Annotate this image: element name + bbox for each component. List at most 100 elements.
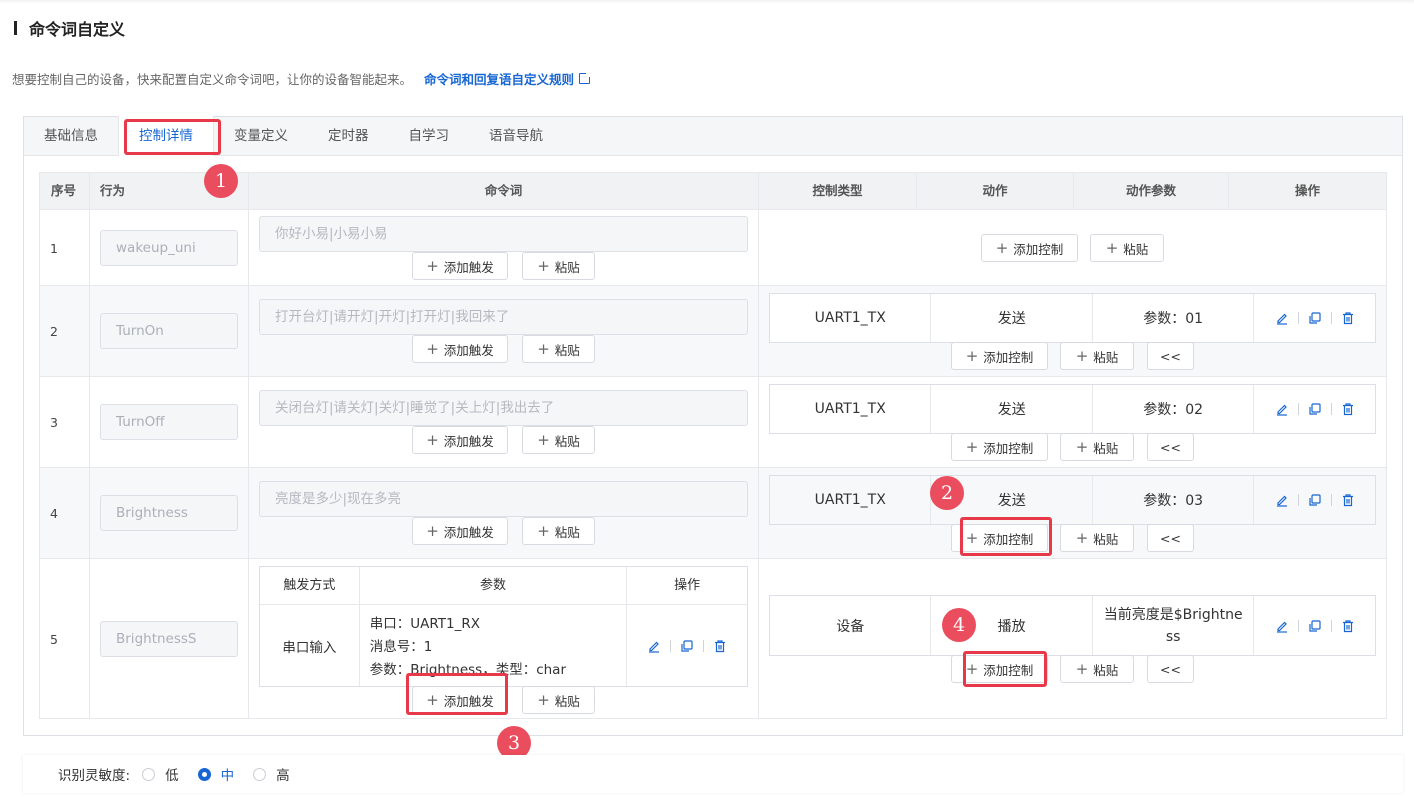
collapse-button[interactable]: << xyxy=(1147,524,1194,552)
divider xyxy=(703,639,705,652)
add-trigger-button[interactable]: + 添加触发 xyxy=(412,252,508,280)
paste-button[interactable]: + 粘贴 xyxy=(522,426,595,454)
step-badge: 2 xyxy=(930,476,964,510)
divider xyxy=(1330,403,1332,415)
paste-control-button[interactable]: + 粘贴 xyxy=(1090,234,1164,262)
paste-label: 粘贴 xyxy=(554,433,580,449)
paste-control-button[interactable]: + 粘贴 xyxy=(1060,524,1134,552)
add-trigger-label: 添加触发 xyxy=(443,342,494,358)
command-field[interactable]: 亮度是多少|现在多亮 xyxy=(259,481,748,517)
sensitivity-high[interactable]: 高 xyxy=(253,764,290,784)
delete-icon[interactable] xyxy=(1341,402,1355,416)
radio-icon[interactable] xyxy=(253,767,267,781)
edit-icon[interactable] xyxy=(1275,311,1289,325)
paste-control-button[interactable]: + 粘贴 xyxy=(1060,342,1134,370)
plus-icon: + xyxy=(537,521,550,540)
delete-icon[interactable] xyxy=(1341,493,1355,507)
header-action: 动作 xyxy=(917,173,1074,209)
rules-link[interactable]: 命令词和回复语自定义规则 xyxy=(424,69,593,88)
paste-button[interactable]: + 粘贴 xyxy=(522,252,595,280)
row-index: 1 xyxy=(50,241,58,256)
control-action: 发送 xyxy=(931,385,1093,433)
table-row: 2 TurnOn 打开台灯|请开灯|开灯|打开灯|我回来了 + 添加触发 + 粘贴 … xyxy=(40,285,1386,376)
paste-label: 粘贴 xyxy=(1093,349,1119,365)
divider xyxy=(758,286,759,376)
add-control-button[interactable]: + 添加控制 xyxy=(951,342,1048,370)
divider xyxy=(248,210,249,285)
command-field[interactable]: 关闭台灯|请关灯|关灯|睡觉了|关上灯|我出去了 xyxy=(259,390,748,426)
copy-icon[interactable] xyxy=(1308,619,1322,633)
control-param: 参数：03 xyxy=(1093,476,1255,524)
paste-label: 粘贴 xyxy=(1093,531,1119,547)
copy-icon[interactable] xyxy=(680,639,694,653)
copy-icon[interactable] xyxy=(1308,311,1322,325)
divider xyxy=(1330,494,1332,506)
header-ops: 操作 xyxy=(1294,183,1320,198)
add-trigger-label: 添加触发 xyxy=(443,259,494,275)
paste-control-button[interactable]: + 粘贴 xyxy=(1060,655,1134,683)
control-entry: UART1_TX 发送 参数：01 xyxy=(769,293,1376,343)
external-link-icon[interactable] xyxy=(579,71,593,84)
tab-voice-nav[interactable]: 语音导航 xyxy=(469,116,563,155)
paste-label: 粘贴 xyxy=(554,342,580,358)
collapse-button[interactable]: << xyxy=(1147,433,1194,461)
control-param: 参数：02 xyxy=(1093,385,1255,433)
add-control-label: 添加控制 xyxy=(983,440,1034,456)
tab-timer[interactable]: 定时器 xyxy=(308,116,389,155)
step-badge: 4 xyxy=(942,608,976,642)
paste-button[interactable]: + 粘贴 xyxy=(522,517,595,545)
delete-icon[interactable] xyxy=(713,639,727,653)
collapse-button[interactable]: << xyxy=(1147,342,1194,370)
edit-icon[interactable] xyxy=(1275,493,1289,507)
add-control-button[interactable]: + 添加控制 xyxy=(951,433,1048,461)
trigger-ops xyxy=(627,605,747,686)
highlight-box xyxy=(960,517,1052,556)
divider xyxy=(248,286,249,376)
add-trigger-button[interactable]: + 添加触发 xyxy=(412,426,508,454)
add-trigger-button[interactable]: + 添加触发 xyxy=(412,335,508,363)
step-badge: 1 xyxy=(204,164,238,198)
row-index: 2 xyxy=(50,324,58,339)
add-control-button[interactable]: + 添加控制 xyxy=(981,234,1078,262)
edit-icon[interactable] xyxy=(1275,619,1289,633)
radio-selected-icon[interactable] xyxy=(197,767,211,781)
delete-icon[interactable] xyxy=(1341,619,1355,633)
sensitivity-low[interactable]: 低 xyxy=(142,764,179,784)
radio-icon[interactable] xyxy=(142,767,156,781)
collapse-button[interactable]: << xyxy=(1147,655,1194,683)
tab-bar: 基础信息 控制详情 变量定义 定时器 自学习 语音导航 xyxy=(24,116,1402,156)
control-ops xyxy=(1254,294,1375,342)
paste-button[interactable]: + 粘贴 xyxy=(522,335,595,363)
plus-icon: + xyxy=(1075,659,1089,678)
tab-basic-info[interactable]: 基础信息 xyxy=(24,116,118,155)
rules-link-label[interactable]: 命令词和回复语自定义规则 xyxy=(424,69,574,88)
paste-button[interactable]: + 粘贴 xyxy=(522,686,595,714)
control-entry: UART1_TX 发送 参数：03 xyxy=(769,475,1376,525)
trigger-params-header: 参数 xyxy=(360,567,628,604)
tab-self-learning[interactable]: 自学习 xyxy=(389,116,470,155)
edit-icon[interactable] xyxy=(1275,402,1289,416)
plus-icon: + xyxy=(1075,528,1089,547)
row-index: 4 xyxy=(50,506,58,521)
plus-icon: + xyxy=(1105,238,1119,257)
behavior-field: TurnOff xyxy=(100,404,238,440)
edit-icon[interactable] xyxy=(647,639,661,653)
command-field[interactable]: 你好小易|小易小易 xyxy=(259,216,748,252)
add-trigger-label: 添加触发 xyxy=(443,524,494,540)
table-header: 序号 行为 命令词 控制类型 动作 动作参数 操作 xyxy=(40,173,1386,209)
plus-icon: + xyxy=(426,430,439,449)
copy-icon[interactable] xyxy=(1308,402,1322,416)
tab-variables[interactable]: 变量定义 xyxy=(214,116,308,155)
sensitivity-medium[interactable]: 中 xyxy=(197,764,234,784)
divider xyxy=(758,377,759,467)
add-trigger-button[interactable]: + 添加触发 xyxy=(412,517,508,545)
command-field[interactable]: 打开台灯|请开灯|开灯|打开灯|我回来了 xyxy=(259,299,748,335)
paste-control-button[interactable]: + 粘贴 xyxy=(1060,433,1134,461)
delete-icon[interactable] xyxy=(1341,311,1355,325)
copy-icon[interactable] xyxy=(1308,493,1322,507)
intro-line: 想要控制自己的设备，快来配置自定义命令词吧，让你的设备智能起来。 命令词和回复语… xyxy=(12,69,593,88)
row-index: 3 xyxy=(50,415,58,430)
paste-label: 粘贴 xyxy=(554,524,580,540)
plus-icon: + xyxy=(995,238,1009,257)
add-trigger-label: 添加触发 xyxy=(443,433,494,449)
